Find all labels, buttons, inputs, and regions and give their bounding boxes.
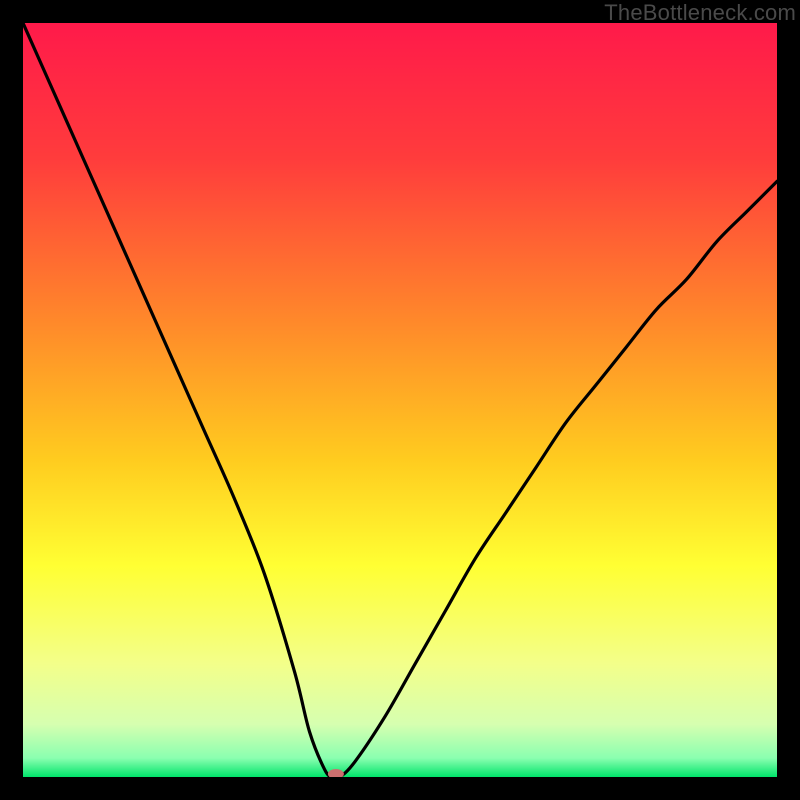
- chart-svg: [23, 23, 777, 777]
- chart-frame: [23, 23, 777, 777]
- gradient-background: [23, 23, 777, 777]
- watermark-text: TheBottleneck.com: [604, 0, 796, 26]
